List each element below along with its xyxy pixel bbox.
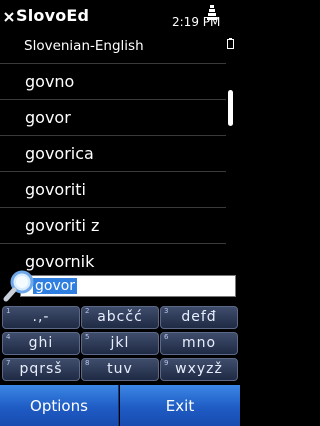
close-icon[interactable] [2, 10, 16, 24]
search-input[interactable]: govor [20, 275, 236, 297]
key-8[interactable]: 8 tuv [81, 358, 159, 381]
scrollbar-thumb[interactable] [228, 90, 233, 126]
dictionary-name: Slovenian-English [24, 38, 144, 54]
key-9[interactable]: 9 wxyzž [160, 358, 238, 381]
key-2[interactable]: 2 abcčć [81, 306, 159, 329]
key-5[interactable]: 5 jkl [81, 332, 159, 355]
key-6[interactable]: 6 mno [160, 332, 238, 355]
list-item[interactable]: govoriti [0, 171, 226, 208]
key-chars: jkl [110, 335, 130, 351]
key-chars: tuv [107, 361, 133, 377]
key-chars: mno [181, 335, 217, 351]
softkey-bar: Options Exit [0, 385, 240, 426]
battery-icon [227, 38, 234, 49]
key-4[interactable]: 4 ghi [2, 332, 80, 355]
keypad: 1 .,- 2 abcčć 3 defđ 4 ghi 5 jkl 6 mno 7… [0, 304, 240, 384]
key-chars: wxyzž [175, 361, 223, 377]
list-item-label: govorica [25, 144, 94, 163]
options-button[interactable]: Options [0, 385, 119, 426]
exit-button[interactable]: Exit [120, 385, 240, 426]
key-chars: ghi [28, 335, 54, 351]
exit-label: Exit [165, 397, 195, 415]
list-item[interactable]: govor [0, 99, 226, 136]
magnifier-icon [3, 270, 34, 302]
list-item-label: govoriti [25, 180, 86, 199]
key-chars: defđ [181, 309, 217, 325]
list-item[interactable]: govoriti z [0, 207, 226, 244]
app-title: SlovoEd [16, 6, 90, 25]
list-item-label: govno [25, 72, 75, 91]
list-item[interactable]: govno [0, 63, 226, 100]
key-chars: pqrsš [19, 361, 63, 377]
key-3[interactable]: 3 defđ [160, 306, 238, 329]
key-1[interactable]: 1 .,- [2, 306, 80, 329]
list-item-label: govor [25, 108, 71, 127]
key-chars: abcčć [97, 309, 143, 325]
list-item[interactable]: govorica [0, 135, 226, 172]
signal-icon [207, 5, 217, 20]
search-input-value: govor [33, 278, 78, 294]
key-chars: .,- [32, 309, 50, 325]
key-7[interactable]: 7 pqrsš [2, 358, 80, 381]
list-item-label: govoriti z [25, 216, 100, 235]
options-label: Options [30, 397, 88, 415]
